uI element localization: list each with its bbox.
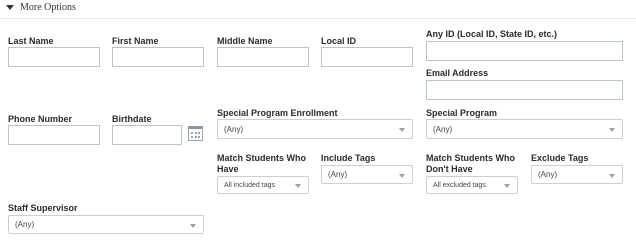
- divider: [0, 18, 636, 19]
- special-program-value: (Any): [433, 124, 453, 134]
- local-id-label: Local ID: [321, 36, 357, 46]
- exclude-tags-label: Exclude Tags: [531, 153, 589, 163]
- dropdown-caret-icon: [399, 173, 405, 178]
- first-name-input[interactable]: [112, 47, 204, 67]
- phone-input[interactable]: [8, 125, 100, 145]
- match-have-label: Match Students Who Have: [217, 153, 306, 175]
- calendar-icon[interactable]: [188, 126, 203, 141]
- staff-supervisor-value: (Any): [15, 220, 35, 229]
- match-dont-have-select[interactable]: All excluded tags: [426, 176, 518, 194]
- match-dont-have-value: All excluded tags: [433, 181, 486, 189]
- exclude-tags-value: (Any): [538, 170, 558, 179]
- birthdate-label: Birthdate: [112, 114, 152, 124]
- match-have-label-line2: Have: [217, 164, 239, 174]
- email-input[interactable]: [426, 80, 623, 100]
- match-have-value: All included tags: [224, 181, 275, 189]
- dropdown-caret-icon: [609, 173, 615, 178]
- special-program-enrollment-select[interactable]: (Any): [217, 119, 413, 139]
- email-label: Email Address: [426, 68, 489, 78]
- last-name-label: Last Name: [8, 36, 54, 46]
- include-tags-value: (Any): [328, 170, 348, 179]
- staff-supervisor-label: Staff Supervisor: [8, 203, 78, 213]
- dropdown-caret-icon: [609, 128, 615, 132]
- caret-down-icon: [6, 5, 14, 10]
- special-program-select[interactable]: (Any): [426, 119, 623, 139]
- dropdown-caret-icon: [295, 184, 301, 188]
- match-dont-have-label-line1: Match Students Who: [426, 153, 515, 163]
- include-tags-label: Include Tags: [321, 153, 376, 163]
- match-dont-have-label-line2: Don't Have: [426, 164, 473, 174]
- special-program-enrollment-label: Special Program Enrollment: [217, 108, 338, 118]
- dropdown-caret-icon: [399, 128, 405, 132]
- more-options-label: More Options: [20, 2, 76, 13]
- staff-supervisor-select[interactable]: (Any): [8, 215, 204, 234]
- dropdown-caret-icon: [190, 223, 196, 228]
- special-program-label: Special Program: [426, 108, 498, 118]
- any-id-label: Any ID (Local ID, State ID, etc.): [426, 29, 558, 39]
- phone-label: Phone Number: [8, 114, 73, 124]
- last-name-input[interactable]: [8, 47, 100, 67]
- match-have-label-line1: Match Students Who: [217, 153, 306, 163]
- any-id-input[interactable]: [426, 41, 623, 61]
- middle-name-input[interactable]: [217, 47, 309, 67]
- dropdown-caret-icon: [504, 184, 510, 188]
- local-id-input[interactable]: [321, 47, 413, 67]
- first-name-label: First Name: [112, 36, 159, 46]
- more-options-toggle[interactable]: More Options: [6, 2, 76, 13]
- match-have-select[interactable]: All included tags: [217, 176, 309, 194]
- match-dont-have-label: Match Students Who Don't Have: [426, 153, 515, 175]
- exclude-tags-select[interactable]: (Any): [531, 165, 623, 184]
- middle-name-label: Middle Name: [217, 36, 273, 46]
- special-program-enrollment-value: (Any): [224, 124, 244, 134]
- include-tags-select[interactable]: (Any): [321, 165, 413, 184]
- birthdate-input[interactable]: [112, 125, 182, 145]
